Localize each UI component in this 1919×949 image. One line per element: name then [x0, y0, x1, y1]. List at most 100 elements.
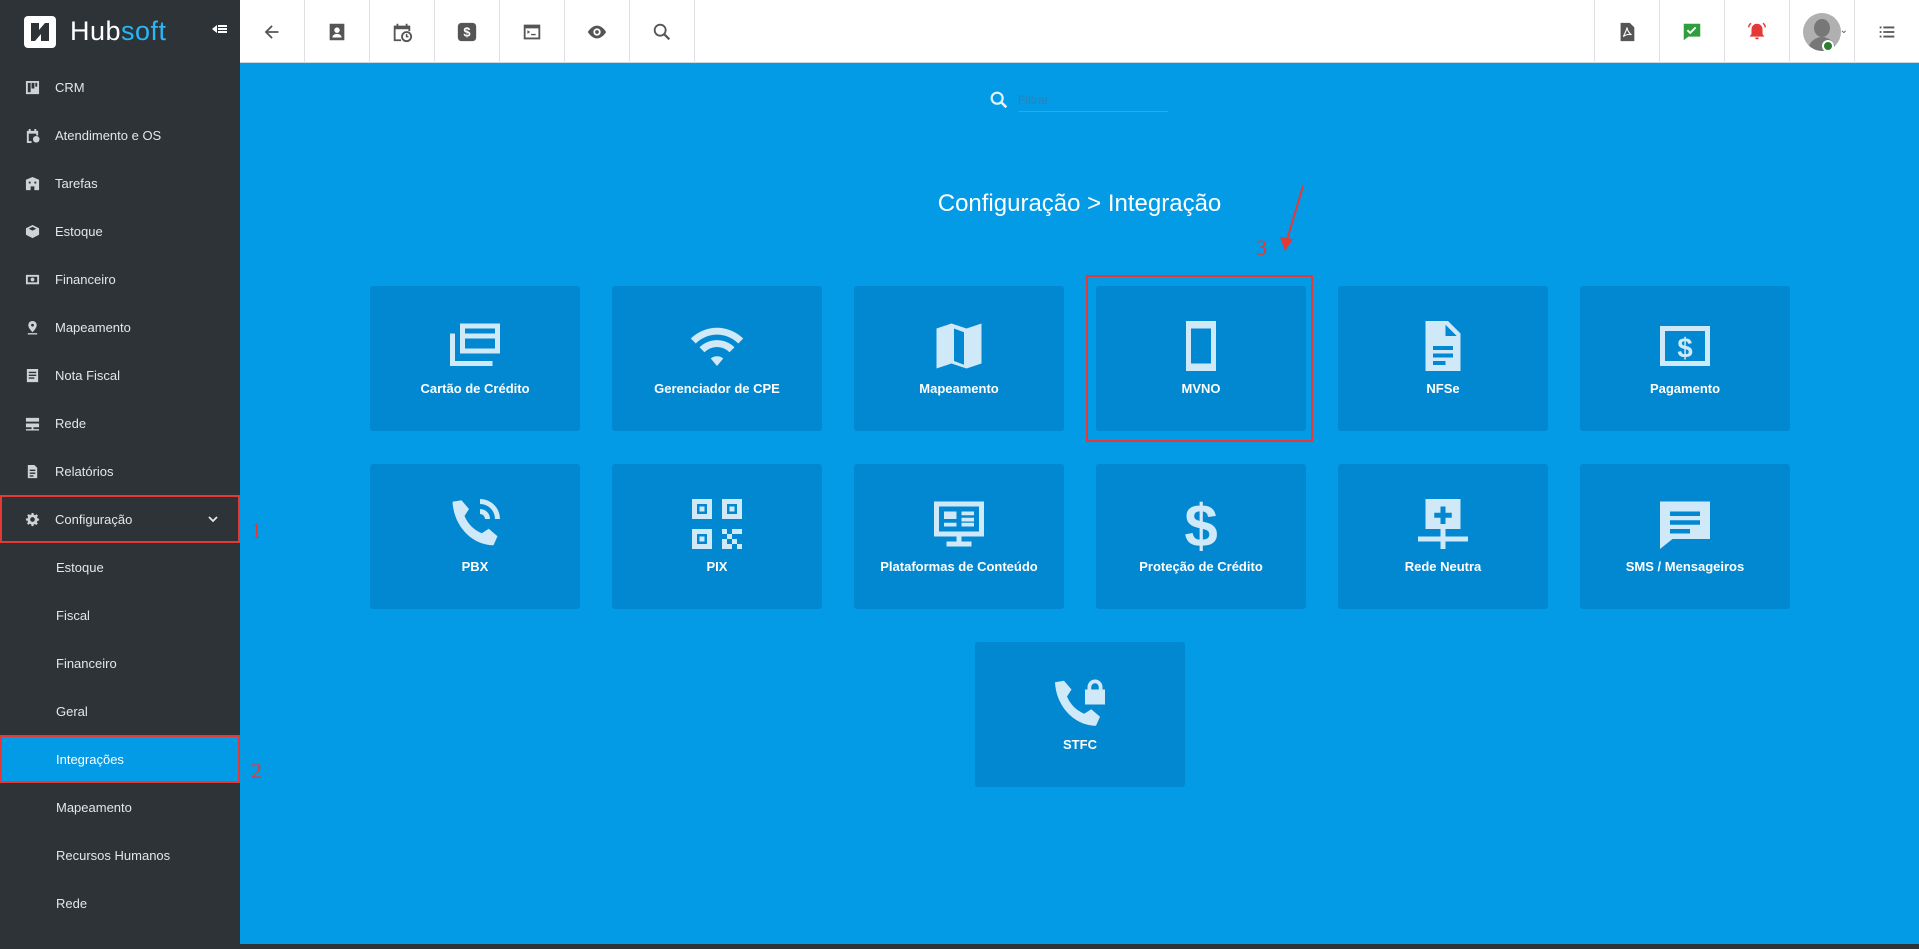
map-pin-icon: [24, 319, 40, 335]
sidebar-item-label: Rede: [55, 415, 87, 431]
top-toolbar-right: ⌄: [1594, 0, 1919, 63]
sidebar-item-label: Tarefas: [55, 175, 98, 191]
tile-rede-neutra[interactable]: Rede Neutra: [1338, 464, 1548, 609]
money-icon: [24, 271, 40, 287]
sidebar-item-label: Atendimento e OS: [55, 127, 162, 143]
sidebar-item-relatorios[interactable]: Relatórios: [0, 447, 240, 495]
sidebar-item-atendimento[interactable]: Atendimento e OS: [0, 111, 240, 159]
submenu-item-geral[interactable]: Geral: [0, 687, 240, 735]
sidebar-item-label: Financeiro: [55, 271, 116, 287]
finance-button[interactable]: $: [435, 0, 500, 63]
user-menu[interactable]: ⌄: [1789, 0, 1854, 63]
chat-check-icon: [1683, 23, 1701, 40]
money-icon: $: [1660, 326, 1710, 366]
chevron-down-icon: ⌄: [1839, 25, 1848, 36]
search-icon: [653, 23, 671, 40]
tile-protecao-de-credito[interactable]: $ Proteção de Crédito: [1096, 464, 1306, 609]
tile-pix[interactable]: PIX: [612, 464, 822, 609]
tile-sms-mensageiros[interactable]: SMS / Mensageiros: [1580, 464, 1790, 609]
submenu-item-mapeamento[interactable]: Mapeamento: [0, 783, 240, 831]
hubsoft-logo[interactable]: [24, 15, 56, 48]
contact-card-icon: [329, 23, 345, 40]
phone-lock-icon: [1055, 679, 1105, 726]
back-arrow-icon: [264, 24, 279, 39]
dollar-icon: $: [1184, 494, 1217, 554]
search-button[interactable]: [630, 0, 695, 63]
sidebar-item-configuracao[interactable]: Configuração: [0, 495, 240, 543]
box-icon: [24, 223, 40, 239]
credit-card-icon: [450, 323, 500, 366]
menu-list-button[interactable]: [1854, 0, 1919, 63]
sidebar-item-label: Estoque: [55, 223, 103, 239]
submenu-item-estoque[interactable]: Estoque: [0, 543, 240, 591]
tile-mapeamento[interactable]: Mapeamento: [854, 286, 1064, 431]
report-icon: [24, 463, 40, 479]
bottom-strip: [0, 944, 1919, 949]
filter-input[interactable]: [1018, 88, 1168, 112]
tile-pagamento[interactable]: $ Pagamento: [1580, 286, 1790, 431]
submenu-item-financeiro[interactable]: Financeiro: [0, 639, 240, 687]
annotation-1: 1: [251, 518, 262, 543]
view-button[interactable]: [565, 0, 630, 63]
brand-name: Hubsoft: [70, 16, 167, 46]
map-icon: [936, 323, 982, 369]
submenu-item-fiscal[interactable]: Fiscal: [0, 591, 240, 639]
annotation-3: 3: [1256, 235, 1267, 260]
terminal-icon: [523, 24, 541, 39]
terminal-button[interactable]: [500, 0, 565, 63]
gear-icon: [24, 511, 40, 527]
tile-nfse[interactable]: NFSe: [1338, 286, 1548, 431]
back-button[interactable]: [240, 0, 305, 63]
svg-text:$: $: [463, 24, 470, 39]
submenu-item-integracoes[interactable]: Integrações: [0, 735, 240, 783]
annotation-arrow: [1280, 185, 1304, 251]
contacts-button[interactable]: [305, 0, 370, 63]
network-add-icon: [1418, 499, 1468, 549]
sidebar: Hubsoft CRM Atendimento e OS Tarefas Est…: [0, 0, 240, 944]
phone-icon: [452, 499, 500, 546]
brand-header: Hubsoft: [0, 0, 240, 63]
sidebar-item-mapeamento[interactable]: Mapeamento: [0, 303, 240, 351]
sidebar-item-rede[interactable]: Rede: [0, 399, 240, 447]
server-icon: [24, 415, 40, 431]
sidebar-item-label: Relatórios: [55, 463, 114, 479]
tile-plataformas-de-conteudo[interactable]: Plataformas de Conteúdo: [854, 464, 1064, 609]
schedule-button[interactable]: [370, 0, 435, 63]
chevron-down-icon: [208, 516, 218, 523]
calendar-clock-icon: [393, 23, 413, 42]
sidebar-item-nota-fiscal[interactable]: Nota Fiscal: [0, 351, 240, 399]
sidebar-item-label: Mapeamento: [55, 319, 131, 335]
message-icon: [1660, 501, 1710, 549]
top-toolbar: $ ⌄: [240, 0, 1919, 63]
sidebar-item-label: Nota Fiscal: [55, 367, 121, 383]
sidebar-item-label: Configuração: [55, 511, 133, 527]
monitor-icon: [934, 501, 984, 547]
svg-text:$: $: [1184, 494, 1217, 554]
wifi-icon: [690, 327, 744, 366]
pdf-button[interactable]: [1594, 0, 1659, 63]
annotation-2: 2: [251, 758, 262, 783]
qrcode-icon: [692, 499, 742, 549]
mvno-highlight-box: [1086, 275, 1313, 442]
search-icon: [990, 91, 1008, 109]
svg-text:$: $: [1677, 332, 1692, 363]
tile-stfc[interactable]: STFC: [975, 642, 1185, 787]
building-icon: [24, 175, 40, 191]
document-icon: [24, 367, 40, 383]
alarm-bell-icon: [1748, 22, 1766, 39]
dollar-icon: $: [457, 22, 477, 41]
submenu-item-rede[interactable]: Rede: [0, 879, 240, 927]
submenu-item-recursos-humanos[interactable]: Recursos Humanos: [0, 831, 240, 879]
collapse-sidebar-icon[interactable]: [210, 20, 228, 44]
calendar-clock-icon: [24, 127, 40, 143]
filter-bar: [988, 88, 1168, 112]
document-icon: [1425, 321, 1461, 371]
sidebar-item-crm[interactable]: CRM: [0, 63, 240, 111]
tile-cartao-de-credito[interactable]: Cartão de Crédito: [370, 286, 580, 431]
tile-pbx[interactable]: PBX: [370, 464, 580, 609]
sidebar-item-financeiro[interactable]: Financeiro: [0, 255, 240, 303]
tile-gerenciador-de-cpe[interactable]: Gerenciador de CPE: [612, 286, 822, 431]
alarm-button[interactable]: [1724, 0, 1789, 63]
chat-button[interactable]: [1659, 0, 1724, 63]
list-menu-icon: [1879, 26, 1895, 37]
